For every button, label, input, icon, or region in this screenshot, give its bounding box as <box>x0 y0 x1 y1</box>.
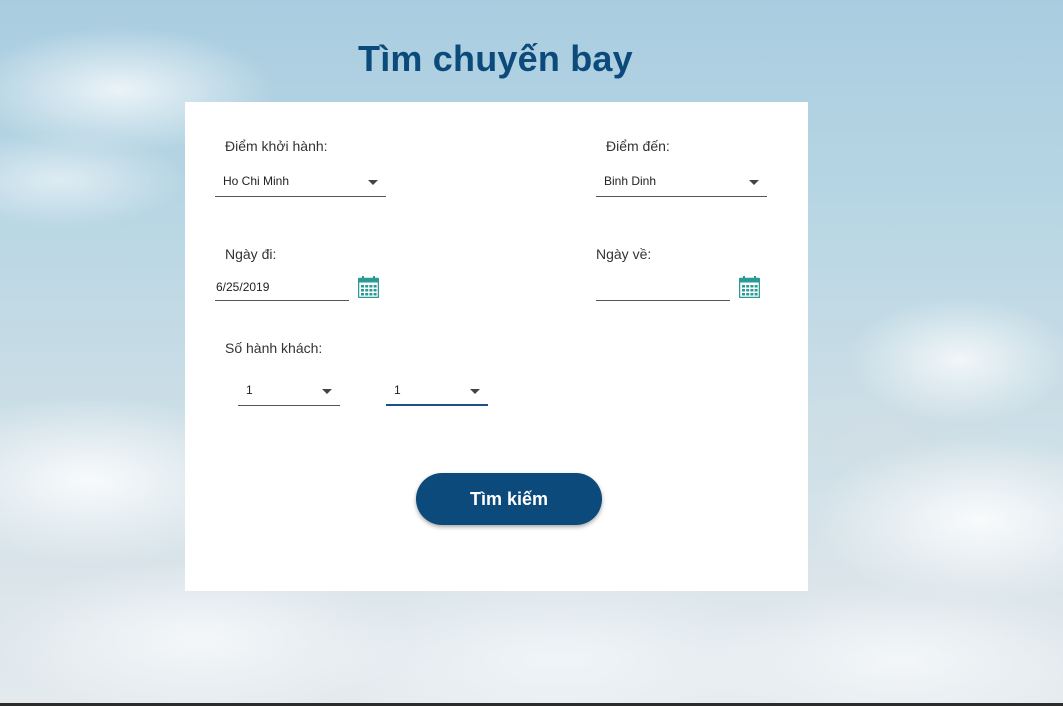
search-button[interactable]: Tìm kiếm <box>416 473 602 525</box>
passenger-select-1[interactable]: 1 <box>238 378 340 406</box>
chevron-down-icon <box>368 180 378 185</box>
return-date-label: Ngày về: <box>596 246 652 262</box>
destination-select[interactable]: Binh Dinh <box>596 169 767 197</box>
chevron-down-icon <box>322 389 332 394</box>
page-title: Tìm chuyến bay <box>358 38 633 79</box>
destination-label: Điểm đến: <box>606 138 670 154</box>
calendar-icon[interactable] <box>358 276 379 298</box>
passenger-select-2[interactable]: 1 <box>386 378 488 406</box>
origin-label: Điểm khởi hành: <box>225 138 328 154</box>
origin-select[interactable]: Ho Chi Minh <box>215 169 386 197</box>
depart-date-label: Ngày đi: <box>225 246 277 262</box>
passengers-label: Số hành khách: <box>225 340 323 356</box>
search-form-card: Điểm khởi hành: Ho Chi Minh Điểm đến: Bi… <box>185 102 808 591</box>
passenger-select-2-value: 1 <box>394 383 401 397</box>
chevron-down-icon <box>470 389 480 394</box>
origin-select-value: Ho Chi Minh <box>223 174 290 188</box>
depart-date-input[interactable] <box>215 273 349 301</box>
passenger-select-1-value: 1 <box>246 383 253 397</box>
return-date-input[interactable] <box>596 273 730 301</box>
calendar-icon[interactable] <box>739 276 760 298</box>
flight-search-page: { "page": { "title": "Tìm chuyến bay" },… <box>0 0 1063 706</box>
destination-select-value: Binh Dinh <box>604 174 657 188</box>
chevron-down-icon <box>749 180 759 185</box>
